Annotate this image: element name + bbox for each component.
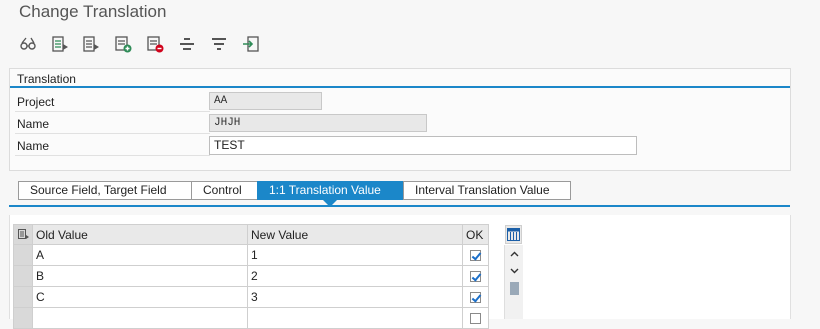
- scroll-thumb[interactable]: [510, 282, 519, 295]
- group-divider: [10, 86, 790, 88]
- tab-interval-translation-value[interactable]: Interval Translation Value: [403, 181, 571, 200]
- filter-icon[interactable]: [208, 33, 230, 55]
- tab-source-target-field[interactable]: Source Field, Target Field: [18, 181, 192, 200]
- ok-cell: [463, 287, 489, 308]
- table-menu-icon: [17, 229, 29, 239]
- name-label: Name: [17, 139, 50, 153]
- row-divider: [15, 155, 210, 156]
- project-label: Project: [17, 95, 55, 109]
- row-divider: [15, 133, 210, 134]
- delete-row-icon[interactable]: [144, 33, 166, 55]
- scroll-up-button[interactable]: [507, 247, 521, 261]
- row-divider: [15, 111, 210, 112]
- select-all-button[interactable]: [13, 224, 33, 245]
- row-selector[interactable]: [13, 245, 33, 266]
- row-selector[interactable]: [13, 266, 33, 287]
- tab-divider: [9, 205, 790, 207]
- glasses-display-icon[interactable]: [17, 33, 39, 55]
- old-value-cell[interactable]: C: [33, 287, 248, 308]
- name-label: Name: [17, 117, 50, 131]
- column-header-new-value[interactable]: New Value: [248, 224, 463, 245]
- import-icon[interactable]: [240, 33, 262, 55]
- select-row-icon[interactable]: [49, 33, 71, 55]
- vertical-scrollbar[interactable]: [504, 245, 523, 319]
- translation-group: Translation Project AA Name JHJH Name TE…: [9, 68, 791, 171]
- column-header-old-value[interactable]: Old Value: [33, 224, 248, 245]
- new-value-cell[interactable]: 1: [248, 245, 463, 266]
- align-center-icon[interactable]: [176, 33, 198, 55]
- new-value-cell[interactable]: 2: [248, 266, 463, 287]
- ok-checkbox[interactable]: [470, 312, 481, 324]
- details-icon[interactable]: [80, 33, 102, 55]
- tab-1-1-translation-value[interactable]: 1:1 Translation Value: [257, 181, 404, 200]
- ok-cell: [463, 245, 489, 266]
- new-value-cell[interactable]: 3: [248, 287, 463, 308]
- tab-control[interactable]: Control: [191, 181, 258, 200]
- group-title: Translation: [17, 72, 76, 86]
- chevron-down-icon: [510, 268, 518, 274]
- old-value-cell[interactable]: B: [33, 266, 248, 287]
- column-header-ok[interactable]: OK: [463, 224, 489, 245]
- row-selector[interactable]: [13, 287, 33, 308]
- chevron-up-icon: [510, 251, 518, 257]
- scroll-down-button[interactable]: [507, 264, 521, 278]
- old-value-cell[interactable]: A: [33, 245, 248, 266]
- page-title: Change Translation: [19, 2, 167, 21]
- name-field-readonly: JHJH: [209, 114, 427, 132]
- name-input[interactable]: TEST: [209, 136, 637, 155]
- add-row-icon[interactable]: [112, 33, 134, 55]
- ok-checkbox[interactable]: [470, 249, 481, 261]
- ok-cell: [463, 266, 489, 287]
- column-settings-icon: [507, 228, 520, 241]
- ok-checkbox[interactable]: [470, 291, 481, 303]
- ok-checkbox[interactable]: [470, 270, 481, 282]
- project-field: AA: [209, 92, 322, 110]
- column-settings-button[interactable]: [505, 225, 522, 244]
